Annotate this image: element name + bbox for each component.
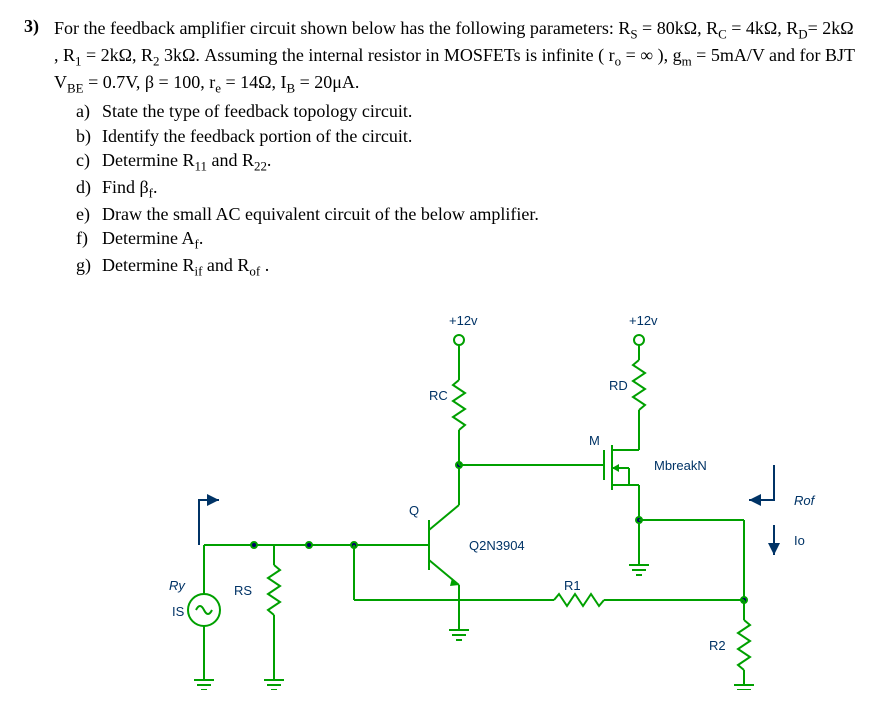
part-a: a) State the type of feedback topology c…: [76, 99, 859, 123]
mbreak-label: MbreakN: [654, 458, 707, 473]
rd-label: RD: [609, 378, 628, 393]
is-label: IS: [172, 604, 185, 619]
subparts-list: a) State the type of feedback topology c…: [76, 99, 859, 280]
q-label: Q: [409, 503, 419, 518]
rc-label: RC: [429, 388, 448, 403]
rs-label: RS: [234, 583, 252, 598]
m-label: M: [589, 433, 600, 448]
question-block: 3) For the feedback amplifier circuit sh…: [24, 16, 859, 280]
io-label: Io: [794, 533, 805, 548]
part-f: f) Determine Af.: [76, 226, 859, 253]
question-intro: For the feedback amplifier circuit shown…: [54, 16, 859, 97]
r1-label: R1: [564, 578, 581, 593]
part-text: Find βf.: [102, 175, 158, 202]
part-letter: a): [76, 99, 102, 123]
supply2-label: +12v: [629, 313, 658, 328]
question-number: 3): [24, 16, 54, 280]
rof-label: Rof: [794, 493, 816, 508]
r2-label: R2: [709, 638, 726, 653]
part-b: b) Identify the feedback portion of the …: [76, 124, 859, 148]
part-letter: e): [76, 202, 102, 226]
part-text: Identify the feedback portion of the cir…: [102, 124, 412, 148]
ry-label: Ry: [169, 578, 186, 593]
part-letter: d): [76, 175, 102, 202]
part-text: Determine Rif and Rof .: [102, 253, 269, 280]
part-text: Determine Af.: [102, 226, 203, 253]
circuit-svg: IS Ry RS Q Q2N3904 RC +12v: [134, 290, 834, 690]
part-c: c) Determine R11 and R22.: [76, 148, 859, 175]
qpart-label: Q2N3904: [469, 538, 525, 553]
part-e: e) Draw the small AC equivalent circuit …: [76, 202, 859, 226]
part-text: Determine R11 and R22.: [102, 148, 271, 175]
question-body: For the feedback amplifier circuit shown…: [54, 16, 859, 280]
supply1-label: +12v: [449, 313, 478, 328]
part-text: State the type of feedback topology circ…: [102, 99, 412, 123]
part-d: d) Find βf.: [76, 175, 859, 202]
part-letter: c): [76, 148, 102, 175]
part-g: g) Determine Rif and Rof .: [76, 253, 859, 280]
part-text: Draw the small AC equivalent circuit of …: [102, 202, 539, 226]
circuit-diagram: IS Ry RS Q Q2N3904 RC +12v: [134, 290, 859, 690]
part-letter: f): [76, 226, 102, 253]
part-letter: b): [76, 124, 102, 148]
part-letter: g): [76, 253, 102, 280]
